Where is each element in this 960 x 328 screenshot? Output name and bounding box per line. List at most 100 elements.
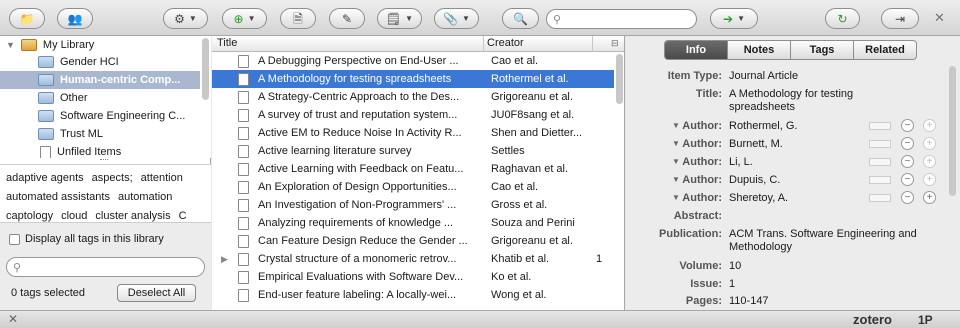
tab-notes[interactable]: Notes — [728, 41, 791, 59]
journal-article-icon — [238, 72, 249, 86]
toolbar: 📁 👥 ⚙ ▼ ⊕ ▼ 🗎 ✎ 🗒 ▼ 📎 ▼ 🔍 ⚲ ➔ ▼ ↻ ⇥ ✕ — [0, 0, 960, 36]
name-field-mode-toggle[interactable] — [869, 176, 891, 184]
title-value-line1[interactable]: A Methodology for testing — [729, 88, 853, 101]
publication-value-line1[interactable]: ACM Trans. Software Engineering and — [729, 228, 917, 241]
tag[interactable]: cloud — [61, 210, 87, 222]
remove-author-icon[interactable]: − — [901, 155, 914, 168]
column-header-creator[interactable]: Creator — [487, 37, 524, 49]
item-row[interactable]: A Strategy-Centric Approach to the Des..… — [212, 88, 614, 106]
collection-item[interactable]: Trust ML — [0, 125, 200, 143]
tag[interactable]: aspects; — [92, 172, 133, 184]
tag[interactable]: automated assistants — [6, 191, 110, 203]
item-row[interactable]: A survey of trust and reputation system.… — [212, 106, 614, 124]
item-row[interactable]: An Exploration of Design Opportunities..… — [212, 178, 614, 196]
collections-scrollbar[interactable] — [202, 38, 209, 100]
close-icon[interactable]: ✕ — [934, 10, 945, 26]
close-pane-icon[interactable]: ✕ — [8, 312, 18, 326]
title-value-line2[interactable]: spreadsheets — [729, 101, 795, 114]
item-row[interactable]: ▶ Crystal structure of a monomeric retrov… — [212, 250, 614, 268]
add-author-icon[interactable]: + — [923, 137, 936, 150]
new-standalone-note-button[interactable]: 🗒 ▼ — [377, 8, 422, 29]
tab-tags[interactable]: Tags — [791, 41, 854, 59]
item-title: An Exploration of Design Opportunities..… — [258, 181, 457, 193]
splitter-handle[interactable] — [100, 159, 108, 163]
item-creator: Gross et al. — [491, 199, 548, 211]
attach-button[interactable]: 📎 ▼ — [434, 8, 479, 29]
remove-author-icon[interactable]: − — [901, 137, 914, 150]
item-row[interactable]: End-user feature labeling: A locally-wei… — [212, 286, 614, 304]
tag[interactable]: automation — [118, 191, 172, 203]
item-title: Empirical Evaluations with Software Dev.… — [258, 271, 464, 283]
sync-button[interactable]: ↻ — [825, 8, 860, 29]
issue-value[interactable]: 1 — [729, 278, 735, 291]
item-row[interactable]: An Investigation of Non-Programmers' ...… — [212, 196, 614, 214]
tab-related[interactable]: Related — [854, 41, 916, 59]
disclosure-triangle-icon[interactable]: ▶ — [221, 254, 228, 265]
add-author-icon[interactable]: + — [923, 191, 936, 204]
collection-item[interactable]: Other — [0, 89, 200, 107]
tab-info[interactable]: Info — [665, 41, 728, 59]
new-collection-button[interactable]: 📁 — [9, 8, 45, 29]
author-name[interactable]: Dupuis, C. — [729, 174, 780, 187]
remove-author-icon[interactable]: − — [901, 191, 914, 204]
author-name[interactable]: Li, L. — [729, 156, 753, 169]
item-type-value[interactable]: Journal Article — [729, 70, 798, 83]
column-picker-icon[interactable]: ⊟ — [611, 38, 619, 49]
volume-label: Volume: — [679, 260, 722, 272]
actions-button[interactable]: ⚙ ▼ — [163, 8, 208, 29]
new-group-button[interactable]: 👥 — [57, 8, 93, 29]
new-collection-icon: 📁 — [19, 11, 35, 26]
column-header-title[interactable]: Title — [217, 37, 237, 49]
author-name[interactable]: Burnett, M. — [729, 138, 783, 151]
collection-item[interactable]: Unfiled Items — [0, 143, 200, 158]
deselect-all-button[interactable]: Deselect All — [117, 284, 196, 302]
add-author-icon[interactable]: + — [923, 119, 936, 132]
journal-article-icon — [238, 126, 249, 140]
name-field-mode-toggle[interactable] — [869, 140, 891, 148]
new-note-button[interactable]: 🗎 — [280, 8, 316, 29]
volume-value[interactable]: 10 — [729, 260, 741, 273]
item-row[interactable]: A Debugging Perspective on End-User ... C… — [212, 52, 614, 70]
abstract-value[interactable] — [729, 210, 929, 223]
pages-value[interactable]: 110-147 — [729, 295, 769, 308]
tag[interactable]: cluster analysis — [95, 210, 170, 222]
item-pane-scrollbar[interactable] — [949, 66, 956, 196]
remove-author-icon[interactable]: − — [901, 119, 914, 132]
search-input[interactable]: ⚲ — [546, 9, 697, 29]
remove-author-icon[interactable]: − — [901, 173, 914, 186]
name-field-mode-toggle[interactable] — [869, 194, 891, 202]
author-name[interactable]: Rothermel, G. — [729, 120, 797, 133]
collection-item-selected[interactable]: Human-centric Comp... — [0, 71, 200, 89]
add-author-icon[interactable]: + — [923, 173, 936, 186]
item-row[interactable]: Active learning literature survey Settles — [212, 142, 614, 160]
items-scrollbar[interactable] — [616, 54, 623, 104]
add-author-icon[interactable]: + — [923, 155, 936, 168]
tag[interactable]: C — [179, 210, 187, 222]
new-item-button[interactable]: ⊕ ▼ — [222, 8, 267, 29]
publication-value-line2[interactable]: Methodology — [729, 241, 792, 254]
go-to-url-button[interactable]: ➔ ▼ — [710, 8, 758, 29]
item-type-label: Item Type: — [667, 70, 722, 82]
add-by-identifier-button[interactable]: ✎ — [329, 8, 365, 29]
name-field-mode-toggle[interactable] — [869, 158, 891, 166]
fullscreen-button[interactable]: ⇥ — [881, 8, 919, 29]
author-name[interactable]: Sheretoy, A. — [729, 192, 788, 205]
tag[interactable]: adaptive agents — [6, 172, 84, 184]
item-row-selected[interactable]: A Methodology for testing spreadsheets Ro… — [212, 70, 614, 88]
item-row[interactable]: Can Feature Design Reduce the Gender ...… — [212, 232, 614, 250]
disclosure-triangle-icon[interactable]: ▼ — [6, 40, 15, 50]
tag[interactable]: attention — [141, 172, 183, 184]
item-row[interactable]: Analyzing requirements of knowledge ... S… — [212, 214, 614, 232]
library-item[interactable]: ▼ My Library — [0, 36, 200, 54]
item-row[interactable]: Empirical Evaluations with Software Dev.… — [212, 268, 614, 286]
item-row[interactable]: Active EM to Reduce Noise In Activity R.… — [212, 124, 614, 142]
name-field-mode-toggle[interactable] — [869, 122, 891, 130]
status-badge[interactable]: 1P — [918, 313, 933, 327]
tag-filter-input[interactable]: ⚲ — [6, 257, 205, 277]
display-all-tags-checkbox[interactable] — [9, 234, 20, 245]
item-row[interactable]: Active Learning with Feedback on Featu..… — [212, 160, 614, 178]
collection-item[interactable]: Software Engineering C... — [0, 107, 200, 125]
collection-item[interactable]: Gender HCI — [0, 53, 200, 71]
tag[interactable]: captology — [6, 210, 53, 222]
advanced-search-button[interactable]: 🔍 — [502, 8, 539, 29]
